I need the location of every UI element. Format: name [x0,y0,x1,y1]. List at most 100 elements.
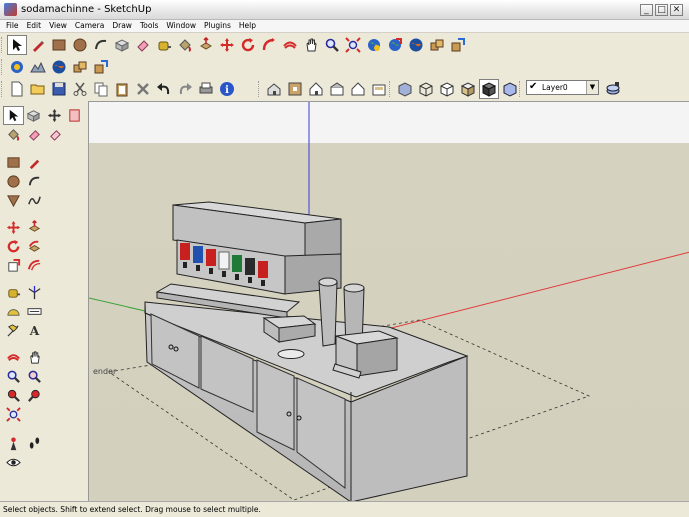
rotate-side-button[interactable] [3,237,24,256]
polygon-side-button[interactable] [3,191,24,210]
previous-view-side-button[interactable] [3,386,24,405]
arc-tool-button[interactable] [91,35,111,55]
toolbar-grip[interactable] [519,81,522,97]
model-info-button[interactable]: i [217,79,237,99]
menu-camera[interactable]: Camera [71,20,108,30]
select-tool-button[interactable] [7,35,27,55]
cut-button[interactable] [70,79,90,99]
toolbar-grip[interactable] [1,81,4,97]
menu-edit[interactable]: Edit [23,20,46,30]
menu-plugins[interactable]: Plugins [200,20,235,30]
layer-select[interactable]: ✔ Layer0 ▼ [526,80,599,95]
rectangle-side-button[interactable] [3,153,24,172]
iso-view-button[interactable] [264,79,284,99]
hidden-line-style-button[interactable] [437,79,457,99]
walk-side-button[interactable] [24,434,45,453]
make-component-side-button[interactable] [24,106,44,125]
eraser-tool-button[interactable] [133,35,153,55]
orbit-tool-button[interactable] [280,35,300,55]
push-pull-button[interactable] [196,35,216,55]
chevron-down-icon[interactable]: ▼ [586,81,598,94]
toolbar-grip[interactable] [1,37,4,53]
pan-side-button[interactable] [24,348,45,367]
left-view-button[interactable] [369,79,389,99]
undo-button[interactable] [154,79,174,99]
3d-text-side-button[interactable]: A [24,321,45,340]
layer-manager-button[interactable] [603,79,623,99]
xray-style-button[interactable] [395,79,415,99]
toggle-terrain-button[interactable] [28,57,48,77]
shaded-textures-style-button[interactable] [479,79,499,99]
front-view-button[interactable] [306,79,326,99]
push-pull-side-button[interactable] [24,218,45,237]
line-side-button[interactable] [24,153,45,172]
text-side-button[interactable] [3,321,24,340]
toolbar-grip[interactable] [1,59,4,75]
menu-file[interactable]: File [0,20,23,30]
get-components-button-2[interactable] [70,57,90,77]
sandbox-side-button[interactable] [45,125,66,144]
line-tool-button[interactable] [28,35,48,55]
rotate-tool-button[interactable] [238,35,258,55]
move-tool-side-button[interactable] [3,218,24,237]
protractor-side-button[interactable] [3,302,24,321]
paint-side-button[interactable] [3,125,24,144]
paste-button[interactable] [112,79,132,99]
offset-side-button[interactable] [24,256,45,275]
tape-measure-side-button[interactable] [3,283,24,302]
google-earth-button[interactable] [406,35,426,55]
make-component-button[interactable] [112,35,132,55]
top-view-button[interactable] [285,79,305,99]
print-button[interactable] [196,79,216,99]
open-file-button[interactable] [28,79,48,99]
modeling-viewport[interactable]: endor [88,101,689,501]
close-button[interactable]: ✕ [670,4,683,16]
rectangle-tool-button[interactable] [49,35,69,55]
axes-side-button[interactable] [24,283,45,302]
preview-earth-button[interactable] [49,57,69,77]
paint-bucket-button[interactable] [175,35,195,55]
section-plane-button[interactable] [65,106,85,125]
circle-side-button[interactable] [3,172,24,191]
menu-window[interactable]: Window [162,20,200,30]
circle-tool-button[interactable] [70,35,90,55]
pan-tool-button[interactable] [301,35,321,55]
toolbar-grip[interactable] [389,81,392,97]
tape-measure-button[interactable] [154,35,174,55]
zoom-extents-button[interactable] [343,35,363,55]
monochrome-style-button[interactable] [500,79,520,99]
next-view-side-button[interactable] [24,386,45,405]
save-button[interactable] [49,79,69,99]
look-around-side-button[interactable] [3,453,24,472]
share-model-button[interactable] [385,35,405,55]
minimize-button[interactable]: _ [640,4,653,16]
back-view-button[interactable] [348,79,368,99]
arc-side-button[interactable] [24,172,45,191]
menu-help[interactable]: Help [235,20,260,30]
right-view-button[interactable] [327,79,347,99]
orbit-side-button[interactable] [3,348,24,367]
position-camera-side-button[interactable] [3,434,24,453]
toolbar-grip[interactable] [258,81,261,97]
menu-draw[interactable]: Draw [108,20,136,30]
copy-button[interactable] [91,79,111,99]
follow-me-side-button[interactable] [24,237,45,256]
dimension-side-button[interactable] [24,302,45,321]
maximize-button[interactable]: □ [655,4,668,16]
zoom-tool-button[interactable] [322,35,342,55]
earth-location-button[interactable] [7,57,27,77]
zoom-extents-side-button[interactable] [3,405,24,424]
move-tool-button[interactable] [217,35,237,55]
zoom-window-side-button[interactable] [24,367,45,386]
move-side-button[interactable] [44,106,64,125]
new-file-button[interactable] [7,79,27,99]
erase-button[interactable] [133,79,153,99]
get-components-button[interactable] [427,35,447,55]
scale-side-button[interactable] [3,256,24,275]
get-models-button[interactable] [364,35,384,55]
select-tool-button-side[interactable] [3,106,24,125]
wireframe-style-button[interactable] [416,79,436,99]
menu-tools[interactable]: Tools [136,20,162,30]
share-component-button[interactable] [448,35,468,55]
share-component-button-2[interactable] [91,57,111,77]
